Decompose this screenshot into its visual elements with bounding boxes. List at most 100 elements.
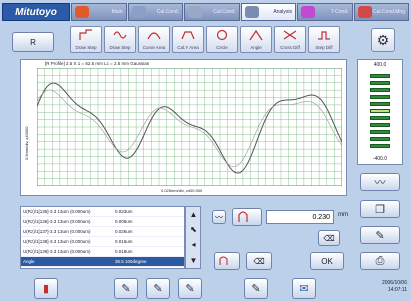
tab-main[interactable]: Main bbox=[71, 3, 127, 21]
copy-icon: ❐ bbox=[375, 203, 385, 216]
print-button[interactable]: ⎙ bbox=[360, 252, 400, 270]
disk-icon: ✎ bbox=[153, 283, 163, 295]
door-icon: ▮ bbox=[42, 283, 50, 295]
tool-cal-area[interactable]: Cal.Y Area bbox=[172, 26, 204, 53]
scale-max: 400.0 bbox=[373, 62, 387, 68]
datetime-display: 2006/10/06 14:07:11 bbox=[381, 280, 407, 293]
history-icon: ✎ bbox=[185, 283, 195, 295]
circle-icon bbox=[216, 29, 228, 41]
level-bar bbox=[370, 81, 390, 85]
history-button[interactable]: ✎ bbox=[178, 278, 202, 299]
edit-button[interactable]: ✎ bbox=[360, 226, 400, 244]
exit-button[interactable]: ▮ bbox=[34, 278, 58, 299]
cube-icon bbox=[75, 6, 89, 18]
profile-button[interactable] bbox=[214, 252, 240, 270]
list-item[interactable]: U(Rz)/1[139]-3.3 13um (0.000um) 0.018um bbox=[21, 247, 184, 257]
tool-draw-step-2[interactable]: Draw Step bbox=[104, 26, 136, 53]
profile-plot bbox=[37, 68, 342, 186]
results-list[interactable]: U(Rz)/1[135]-3.3 13um (0.000um) 0.023um … bbox=[20, 206, 185, 269]
gear-tool-icon bbox=[301, 6, 315, 18]
tab-cal-cond-mng[interactable]: Cal.Cond.Mng bbox=[353, 3, 409, 21]
graph-x-label: 0.025mm/div, x400.000 bbox=[161, 188, 203, 193]
level-bar bbox=[370, 95, 390, 99]
area-icon bbox=[181, 31, 195, 40]
r-button[interactable]: R bbox=[12, 32, 54, 52]
analysis-tools: Draw Step Draw Step Curve Area Cal.Y Are… bbox=[70, 26, 342, 54]
save-button[interactable]: ✎ bbox=[114, 278, 138, 299]
list-item[interactable]: U(Rz)/1[136]-3.3 13um (0.000um) 0.005um bbox=[21, 217, 184, 227]
scale-min: -400.0 bbox=[372, 156, 388, 162]
tool-angle[interactable]: Angle bbox=[240, 26, 272, 53]
mail-icon: ✉ bbox=[299, 283, 309, 295]
angle-icon bbox=[249, 29, 263, 41]
scroll-up-icon[interactable]: ▲ bbox=[188, 209, 199, 220]
tool-draw-step[interactable]: Draw Step bbox=[70, 26, 102, 53]
tab-cal-cond[interactable]: Cal.Cond. bbox=[127, 3, 183, 21]
menu-bar: Mitutoyo Main Cal.Cond. Cal.Cond. Analys… bbox=[2, 3, 409, 21]
list-item[interactable]: U(Rz)/1[138]-3.3 13um (0.000um) 0.016um bbox=[21, 237, 184, 247]
list-scrollbar[interactable]: ▲ ⬉ ◂ ▼ bbox=[185, 206, 201, 269]
tab-cal-cond-2[interactable]: Cal.Cond. bbox=[184, 3, 240, 21]
erase-button[interactable]: ⌫ bbox=[318, 230, 340, 246]
copy-button[interactable]: ❐ bbox=[360, 200, 400, 218]
tool-circle[interactable]: Circle bbox=[206, 26, 238, 53]
list-item[interactable]: U(Rz)/1[137]-3.3 13um (0.000um) 0.026um bbox=[21, 227, 184, 237]
folder-icon: ✎ bbox=[121, 283, 131, 295]
step-icon bbox=[79, 29, 92, 40]
filter-button[interactable] bbox=[232, 208, 262, 226]
waveform-button[interactable]: 〰 bbox=[360, 173, 400, 191]
pen-icon: ✎ bbox=[375, 229, 385, 242]
tab-t-cond[interactable]: T-Cond. bbox=[297, 3, 353, 21]
cutoff-value-input[interactable]: 0.230 bbox=[266, 210, 334, 224]
tool-curve-area[interactable]: Curve Area bbox=[138, 26, 170, 53]
step-diff-icon bbox=[318, 31, 330, 40]
wave-small-icon[interactable]: 〰 bbox=[212, 210, 226, 224]
level-bar bbox=[370, 116, 390, 120]
analysis-icon bbox=[244, 6, 259, 18]
pencil-icon bbox=[188, 6, 202, 18]
curve-icon bbox=[147, 32, 161, 40]
level-bar bbox=[370, 130, 390, 134]
scroll-page-icon[interactable]: ⬉ bbox=[188, 224, 199, 235]
pen-icon: ✎ bbox=[251, 283, 261, 295]
clear-button[interactable]: ⌫ bbox=[246, 252, 272, 270]
level-bar bbox=[370, 144, 390, 148]
ok-button[interactable]: OK bbox=[310, 252, 344, 270]
graph-header: [R Profile] 2.5 X 1 = 62.5 mm Lc = 2.5 m… bbox=[45, 61, 150, 66]
level-bar bbox=[370, 137, 390, 141]
measure-icon bbox=[131, 6, 146, 18]
level-bar-mid bbox=[370, 109, 390, 113]
profile-graph: [R Profile] 2.5 X 1 = 62.5 mm Lc = 2.5 m… bbox=[20, 59, 347, 196]
pen-button[interactable]: ✎ bbox=[244, 278, 268, 299]
tool-cross-diff[interactable]: Cross Diff bbox=[274, 26, 306, 53]
status-bar: ▮ ✎ ✎ ✎ ✎ ✉ 2006/10/06 14:07:11 bbox=[0, 276, 411, 301]
parameter-panel: 〰 0.230 mm ⌫ ⌫ OK bbox=[212, 208, 352, 270]
eraser-icon: ⌫ bbox=[323, 233, 335, 243]
eraser-icon: ⌫ bbox=[253, 256, 265, 266]
tool-step-diff[interactable]: Step Diff bbox=[308, 26, 340, 53]
brand-logo: Mitutoyo bbox=[2, 3, 70, 21]
gear-icon: ⚙ bbox=[376, 31, 390, 48]
profile-icon bbox=[219, 256, 228, 265]
list-item-selected[interactable]: Angle 35.5 100degree bbox=[21, 257, 184, 267]
load-button[interactable]: ✎ bbox=[146, 278, 170, 299]
scroll-mid-icon[interactable]: ◂ bbox=[188, 239, 199, 250]
graph-y-label: 0.5mm/div, x40000 bbox=[24, 126, 29, 161]
settings-button[interactable]: ⚙ bbox=[371, 28, 395, 52]
cross-icon bbox=[283, 30, 297, 40]
level-bar bbox=[370, 74, 390, 78]
level-bar bbox=[370, 102, 390, 106]
wave-icon bbox=[113, 31, 127, 39]
level-bar bbox=[370, 123, 390, 127]
list-item[interactable]: U(Rz)/1[135]-3.3 13um (0.000um) 0.023um bbox=[21, 207, 184, 217]
mail-button[interactable]: ✉ bbox=[292, 278, 316, 299]
level-scale: 400.0 -400.0 bbox=[357, 59, 403, 165]
level-bar bbox=[370, 88, 390, 92]
filter-icon bbox=[238, 211, 248, 222]
waveform-icon: 〰 bbox=[374, 177, 386, 189]
printer-icon: ⎙ bbox=[375, 254, 385, 267]
app-window: Mitutoyo Main Cal.Cond. Cal.Cond. Analys… bbox=[0, 0, 411, 301]
tab-analysis[interactable]: Analysis bbox=[240, 3, 296, 21]
toolbar: R Draw Step Draw Step Curve Area Cal.Y A… bbox=[2, 24, 409, 56]
scroll-down-icon[interactable]: ▼ bbox=[188, 255, 199, 266]
